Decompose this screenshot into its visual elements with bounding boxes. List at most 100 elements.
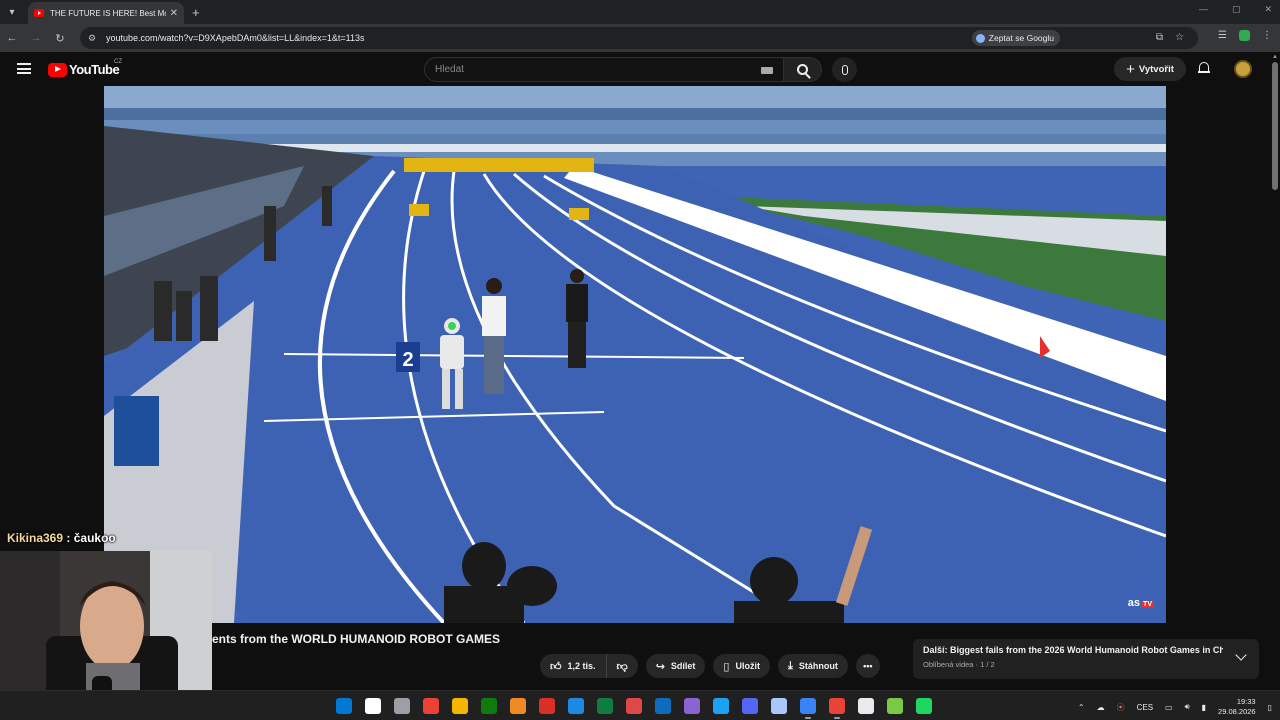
file-explorer-icon[interactable] bbox=[452, 698, 468, 714]
search-icon bbox=[797, 64, 808, 75]
playlist-next-card[interactable]: Další: Biggest fails from the 2026 World… bbox=[913, 639, 1259, 679]
extension-icon[interactable] bbox=[1239, 30, 1250, 41]
network-icon[interactable]: ▭ bbox=[1165, 703, 1173, 712]
youtube-wordmark: YouTube bbox=[69, 62, 120, 77]
clock[interactable]: 19:33 29.08.2026 bbox=[1218, 697, 1256, 717]
tray-overflow-icon[interactable]: ⌃ bbox=[1078, 703, 1085, 712]
ask-google-label: Zeptat se Googlu bbox=[988, 33, 1054, 43]
video-player[interactable]: 2 as TV bbox=[104, 86, 1166, 623]
minecraft-icon[interactable] bbox=[887, 698, 903, 714]
obs-icon[interactable] bbox=[771, 698, 787, 714]
terminal-icon[interactable] bbox=[858, 698, 874, 714]
plus-icon: + bbox=[1126, 60, 1135, 78]
taskbar-apps bbox=[336, 698, 932, 719]
chat-username: Kikina369 bbox=[7, 531, 64, 545]
language-indicator[interactable]: CES bbox=[1137, 703, 1153, 712]
cast-icon[interactable]: ⧉ bbox=[1156, 32, 1163, 43]
youtube-logo[interactable]: YouTube CZ bbox=[48, 59, 122, 77]
browser-right-icons: ☰ ⋮ bbox=[1218, 30, 1272, 41]
discord-icon[interactable] bbox=[742, 698, 758, 714]
maximize-icon[interactable]: ▢ bbox=[1232, 4, 1241, 15]
screen: ▾ THE FUTURE IS HERE! Best Mo ✕ + — ▢ ✕ … bbox=[0, 0, 1280, 720]
share-button[interactable]: ↪ Sdílet bbox=[645, 654, 706, 678]
like-button[interactable]: 👍︎ 1,2 tis. bbox=[540, 654, 607, 678]
chevron-down-icon[interactable] bbox=[1235, 649, 1247, 661]
chat-text: : čaukoo bbox=[66, 531, 116, 545]
thumbs-down-icon: 👎︎ bbox=[616, 660, 628, 673]
google-lens-icon bbox=[975, 33, 985, 43]
share-icon: ↪ bbox=[655, 660, 665, 673]
secondary-column bbox=[1166, 86, 1280, 686]
visual-studio-icon[interactable] bbox=[684, 698, 700, 714]
more-actions-button[interactable]: ••• bbox=[855, 654, 880, 678]
more-icon: ••• bbox=[863, 661, 873, 671]
browser-menu-icon[interactable]: ⋮ bbox=[1262, 30, 1272, 41]
media-icon[interactable] bbox=[626, 698, 642, 714]
share-label: Sdílet bbox=[670, 661, 696, 671]
watermark-badge: TV bbox=[1141, 601, 1154, 608]
like-count: 1,2 tis. bbox=[567, 661, 596, 671]
excel-icon[interactable] bbox=[597, 698, 613, 714]
chrome-profile-icon[interactable] bbox=[829, 698, 845, 719]
save-button[interactable]: ▯ Uložit bbox=[713, 654, 770, 678]
reload-icon[interactable]: ↻ bbox=[48, 32, 72, 45]
forward-arrow-icon[interactable]: → bbox=[24, 32, 48, 44]
remote-desktop-icon[interactable] bbox=[568, 698, 584, 714]
notifications-tray-icon[interactable]: ▯ bbox=[1268, 703, 1272, 712]
account-avatar[interactable] bbox=[1234, 60, 1252, 78]
download-label: Stáhnout bbox=[798, 661, 838, 671]
search-button[interactable] bbox=[784, 57, 822, 82]
steam-icon[interactable] bbox=[800, 698, 816, 719]
acrobat-icon[interactable] bbox=[539, 698, 555, 714]
youtube-favicon-icon bbox=[34, 9, 44, 17]
task-view-icon[interactable] bbox=[394, 698, 410, 714]
scroll-up-icon[interactable]: ▲ bbox=[1272, 54, 1278, 60]
start-icon[interactable] bbox=[336, 698, 352, 714]
taskbar-search-icon[interactable] bbox=[365, 698, 381, 714]
hamburger-menu-icon[interactable] bbox=[17, 63, 31, 74]
keyboard-icon[interactable] bbox=[761, 67, 773, 74]
youtube-play-icon bbox=[48, 62, 67, 77]
download-button[interactable]: ⤓ Stáhnout bbox=[777, 654, 848, 678]
dislike-button[interactable]: 👎︎ bbox=[606, 654, 638, 678]
battery-icon[interactable]: ▮ bbox=[1202, 703, 1206, 712]
clock-date: 29.08.2026 bbox=[1218, 707, 1256, 716]
save-label: Uložit bbox=[735, 661, 760, 671]
window-controls: — ▢ ✕ bbox=[1199, 4, 1272, 15]
video-title: ents from the WORLD HUMANOID ROBOT GAMES bbox=[212, 632, 500, 646]
tab-search-icon[interactable]: ▾ bbox=[0, 0, 24, 24]
create-label: Vytvořit bbox=[1138, 63, 1174, 75]
country-code: CZ bbox=[114, 59, 122, 65]
vlc-icon[interactable] bbox=[510, 698, 526, 714]
tab-title: THE FUTURE IS HERE! Best Mo bbox=[50, 8, 166, 18]
calendar-icon[interactable] bbox=[481, 698, 497, 714]
voice-search-button[interactable] bbox=[832, 57, 857, 82]
ask-google-button[interactable]: Zeptat se Googlu bbox=[971, 30, 1060, 46]
cloud-icon[interactable]: ☁ bbox=[1097, 703, 1105, 712]
browser-tab[interactable]: THE FUTURE IS HERE! Best Mo ✕ bbox=[28, 2, 184, 24]
page-scrollbar[interactable] bbox=[1272, 62, 1278, 190]
notifications-bell-icon[interactable] bbox=[1198, 61, 1210, 75]
back-arrow-icon[interactable]: ← bbox=[0, 32, 24, 44]
reading-list-icon[interactable]: ☰ bbox=[1218, 30, 1227, 41]
bookmark-star-icon[interactable]: ☆ bbox=[1175, 32, 1184, 43]
microphone-icon bbox=[841, 64, 848, 75]
search-input[interactable]: Hledat bbox=[424, 57, 784, 82]
bookmark-icon: ▯ bbox=[723, 660, 730, 673]
chrome-icon[interactable] bbox=[423, 698, 439, 714]
thumbs-up-icon: 👍︎ bbox=[550, 660, 562, 673]
mic-tray-icon[interactable]: ⦿ bbox=[1117, 702, 1125, 713]
volume-icon[interactable]: 🔊︎ bbox=[1185, 702, 1190, 712]
new-tab-icon[interactable]: + bbox=[192, 5, 200, 20]
outlook-icon[interactable] bbox=[655, 698, 671, 714]
create-button[interactable]: + Vytvořit bbox=[1114, 57, 1186, 81]
address-bar[interactable]: ⚙ youtube.com/watch?v=D9XApebDAm0&list=L… bbox=[80, 27, 1198, 49]
close-window-icon[interactable]: ✕ bbox=[1264, 4, 1272, 15]
tab-close-icon[interactable]: ✕ bbox=[170, 8, 178, 19]
minimize-icon[interactable]: — bbox=[1199, 4, 1208, 15]
site-info-icon[interactable]: ⚙ bbox=[88, 33, 100, 44]
lane-number: 2 bbox=[402, 349, 413, 371]
next-video-title: Další: Biggest fails from the 2026 World… bbox=[923, 645, 1223, 655]
edge-icon[interactable] bbox=[713, 698, 729, 714]
spotify-icon[interactable] bbox=[916, 698, 932, 714]
